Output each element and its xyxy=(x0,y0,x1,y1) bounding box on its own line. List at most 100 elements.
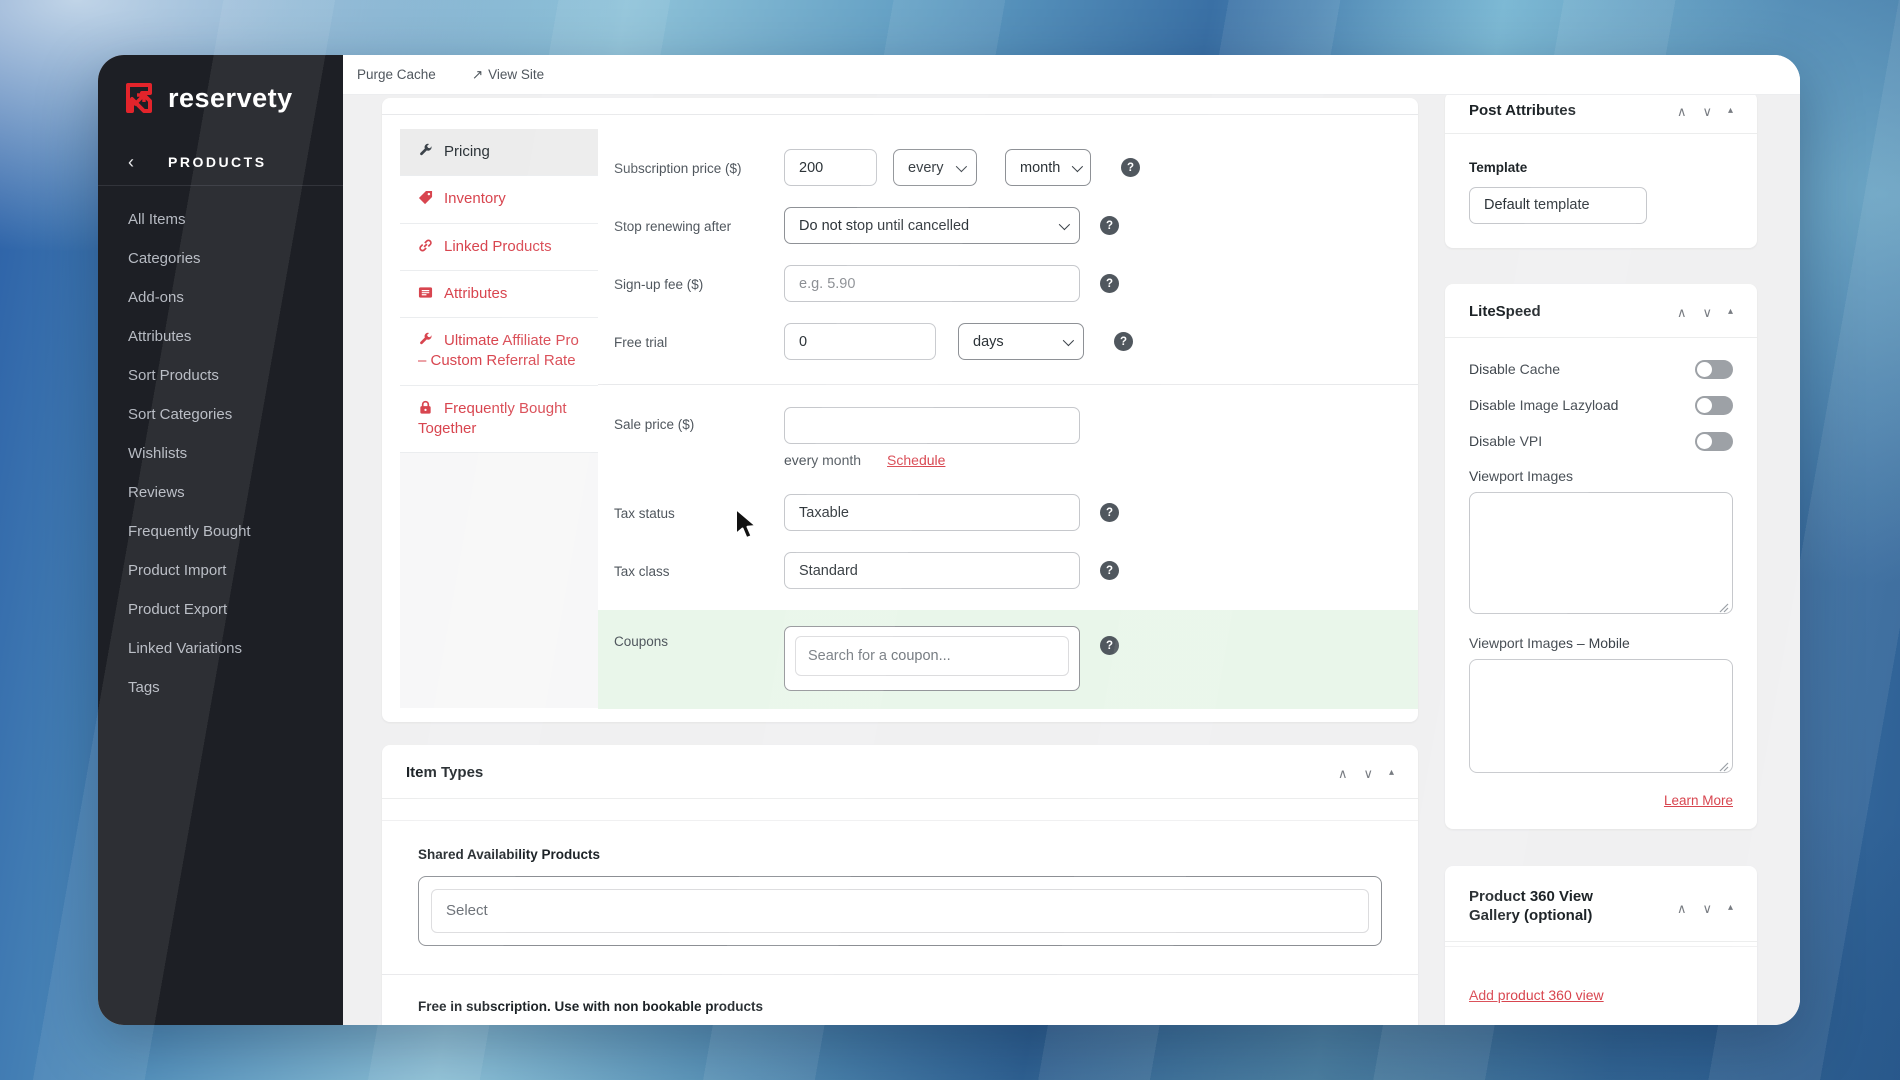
sidebar-item-sort-categories[interactable]: Sort Categories xyxy=(98,395,343,434)
tab-inventory[interactable]: Inventory xyxy=(400,176,598,224)
sidebar-item-sort-products[interactable]: Sort Products xyxy=(98,356,343,395)
template-label: Template xyxy=(1469,159,1528,175)
main-area: Purge Cache ↗ View Site Pricing Inventor… xyxy=(343,55,1800,1025)
stop-renewing-select[interactable]: Do not stop until cancelled xyxy=(784,207,1080,244)
sidebar-section-title: PRODUCTS xyxy=(168,154,267,170)
sidebar-item-wishlists[interactable]: Wishlists xyxy=(98,434,343,473)
tab-pricing[interactable]: Pricing xyxy=(400,129,598,177)
collapse-panel-icon[interactable]: ▴ xyxy=(1728,307,1733,317)
move-down-icon[interactable]: ∨ xyxy=(1363,767,1373,780)
move-down-icon[interactable]: ∨ xyxy=(1702,105,1712,118)
tab-label: Ultimate Affiliate Pro – Custom Referral… xyxy=(418,332,579,370)
move-down-icon[interactable]: ∨ xyxy=(1702,902,1712,915)
item-types-header: Item Types ∧ ∨ ▴ xyxy=(382,745,1418,799)
disable-vpi-toggle[interactable] xyxy=(1695,431,1733,451)
shared-products-select-input[interactable] xyxy=(431,888,1369,933)
sale-price-input[interactable] xyxy=(784,407,1080,444)
move-up-icon[interactable]: ∧ xyxy=(1338,767,1348,780)
sidebar-item-linked-variations[interactable]: Linked Variations xyxy=(98,629,343,668)
collapse-panel-icon[interactable]: ▴ xyxy=(1728,106,1733,116)
help-icon[interactable]: ? xyxy=(1100,636,1119,655)
stop-renewing-row: Stop renewing after Do not stop until ca… xyxy=(614,207,1390,244)
chevron-down-icon xyxy=(1072,160,1084,172)
sidebar-item-all-items[interactable]: All Items xyxy=(98,200,343,239)
help-icon[interactable]: ? xyxy=(1121,158,1140,177)
disable-cache-toggle[interactable] xyxy=(1695,359,1733,379)
tab-label: Frequently Bought Together xyxy=(418,399,567,437)
interval-select[interactable]: every xyxy=(893,149,977,186)
desktop-background: reservety ‹ PRODUCTS All Items Categorie… xyxy=(0,0,1900,1080)
signup-fee-input[interactable] xyxy=(784,265,1080,302)
sidebar-item-categories[interactable]: Categories xyxy=(98,239,343,278)
sidebar-item-product-export[interactable]: Product Export xyxy=(98,590,343,629)
help-icon[interactable]: ? xyxy=(1100,216,1119,235)
field-label: Subscription price ($) xyxy=(614,161,742,176)
help-icon[interactable]: ? xyxy=(1114,332,1133,351)
litespeed-header: LiteSpeed ∧ ∨ ▴ xyxy=(1445,284,1757,338)
sidebar-item-frequently-bought[interactable]: Frequently Bought xyxy=(98,512,343,551)
post-attributes-body: Template Default template xyxy=(1445,134,1757,248)
disable-lazyload-toggle[interactable] xyxy=(1695,395,1733,415)
move-up-icon[interactable]: ∧ xyxy=(1677,105,1687,118)
panel-title: Product 360 View Gallery (optional) xyxy=(1469,887,1593,924)
settings-column: Post Attributes ∧ ∨ ▴ Template Default t… xyxy=(1445,95,1757,1025)
tab-label: Attributes xyxy=(444,284,508,302)
help-icon[interactable]: ? xyxy=(1100,503,1119,522)
sale-price-hint: every month Schedule xyxy=(784,452,1390,468)
field-label: Coupons xyxy=(614,634,669,649)
help-icon[interactable]: ? xyxy=(1100,274,1119,293)
tab-label: Pricing xyxy=(444,143,490,160)
free-trial-row: Free trial days ? xyxy=(614,323,1390,360)
help-icon[interactable]: ? xyxy=(1100,561,1119,580)
shared-products-select-box xyxy=(418,875,1382,946)
sidebar-item-reviews[interactable]: Reviews xyxy=(98,473,343,512)
tab-linked-products[interactable]: Linked Products xyxy=(400,223,598,271)
collapse-panel-icon[interactable]: ▴ xyxy=(1728,903,1733,913)
view-site-link[interactable]: ↗ View Site xyxy=(472,67,544,83)
period-select[interactable]: month xyxy=(1005,149,1091,186)
move-up-icon[interactable]: ∧ xyxy=(1677,902,1687,915)
subscription-price-input[interactable] xyxy=(784,149,877,186)
learn-more-link[interactable]: Learn More xyxy=(1664,793,1733,808)
add-product-360-link[interactable]: Add product 360 view xyxy=(1469,987,1604,1003)
external-link-icon: ↗ xyxy=(471,66,484,82)
post-attributes-header: Post Attributes ∧ ∨ ▴ xyxy=(1445,95,1757,134)
schedule-link[interactable]: Schedule xyxy=(887,452,945,468)
lock-icon xyxy=(418,400,434,414)
item-types-body: Shared Availability Products Free in sub… xyxy=(382,819,1418,1014)
list-card-icon xyxy=(418,285,434,299)
sidebar-item-tags[interactable]: Tags xyxy=(98,668,343,707)
trial-unit-select[interactable]: days xyxy=(958,323,1084,360)
wrench-icon xyxy=(418,332,434,346)
move-down-icon[interactable]: ∨ xyxy=(1702,306,1712,319)
wrench-icon xyxy=(418,143,434,157)
sidebar-item-attributes[interactable]: Attributes xyxy=(98,317,343,356)
collapse-chevron-icon[interactable]: ‹ xyxy=(128,153,134,171)
tax-status-value: Taxable xyxy=(799,504,849,521)
viewport-images-mobile-textarea[interactable] xyxy=(1469,658,1733,773)
free-trial-input[interactable] xyxy=(784,323,936,360)
logo: reservety xyxy=(98,55,343,135)
tax-class-select[interactable]: Standard xyxy=(784,552,1080,589)
move-up-icon[interactable]: ∧ xyxy=(1677,306,1687,319)
product-360-panel: Product 360 View Gallery (optional) ∧ ∨ … xyxy=(1445,865,1757,1025)
collapse-panel-icon[interactable]: ▴ xyxy=(1389,768,1394,778)
tax-class-row: Tax class Standard ? xyxy=(614,552,1390,589)
product-data-tabs: Pricing Inventory Linked Products Attrib… xyxy=(400,129,598,708)
tab-attributes[interactable]: Attributes xyxy=(400,270,598,318)
sidebar-item-product-import[interactable]: Product Import xyxy=(98,551,343,590)
purge-cache-link[interactable]: Purge Cache xyxy=(357,67,436,82)
sidebar-item-add-ons[interactable]: Add-ons xyxy=(98,278,343,317)
tab-ultimate-affiliate-pro[interactable]: Ultimate Affiliate Pro – Custom Referral… xyxy=(400,318,598,386)
field-label: Tax status xyxy=(614,506,675,521)
viewport-images-textarea[interactable] xyxy=(1469,491,1733,614)
tab-frequently-bought-together[interactable]: Frequently Bought Together xyxy=(400,385,598,453)
chevron-down-icon xyxy=(1062,334,1075,346)
post-attributes-panel: Post Attributes ∧ ∨ ▴ Template Default t… xyxy=(1445,95,1757,248)
coupon-search-input[interactable] xyxy=(795,636,1069,676)
sidebar-section-header: ‹ PRODUCTS xyxy=(98,135,343,186)
template-select[interactable]: Default template xyxy=(1469,186,1647,224)
toggle-label: Disable VPI xyxy=(1469,433,1543,449)
period-value: month xyxy=(1020,159,1061,176)
tax-status-select[interactable]: Taxable xyxy=(784,494,1080,531)
